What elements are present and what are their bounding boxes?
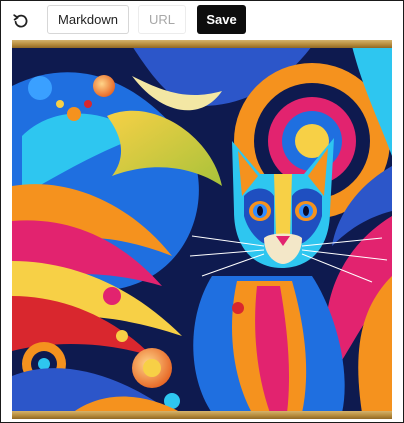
undo-icon [13,14,28,28]
markdown-button[interactable]: Markdown [47,5,129,34]
app-window: Markdown URL Save [0,0,404,423]
bottom-hanging-rod [12,411,392,419]
undo-button[interactable] [10,10,32,32]
artwork-canvas [12,40,392,420]
cat-artwork-image [12,46,392,413]
toolbar: Markdown URL Save [1,1,403,41]
url-button[interactable]: URL [138,5,186,34]
save-button[interactable]: Save [197,5,246,34]
top-hanging-rod [12,40,392,48]
